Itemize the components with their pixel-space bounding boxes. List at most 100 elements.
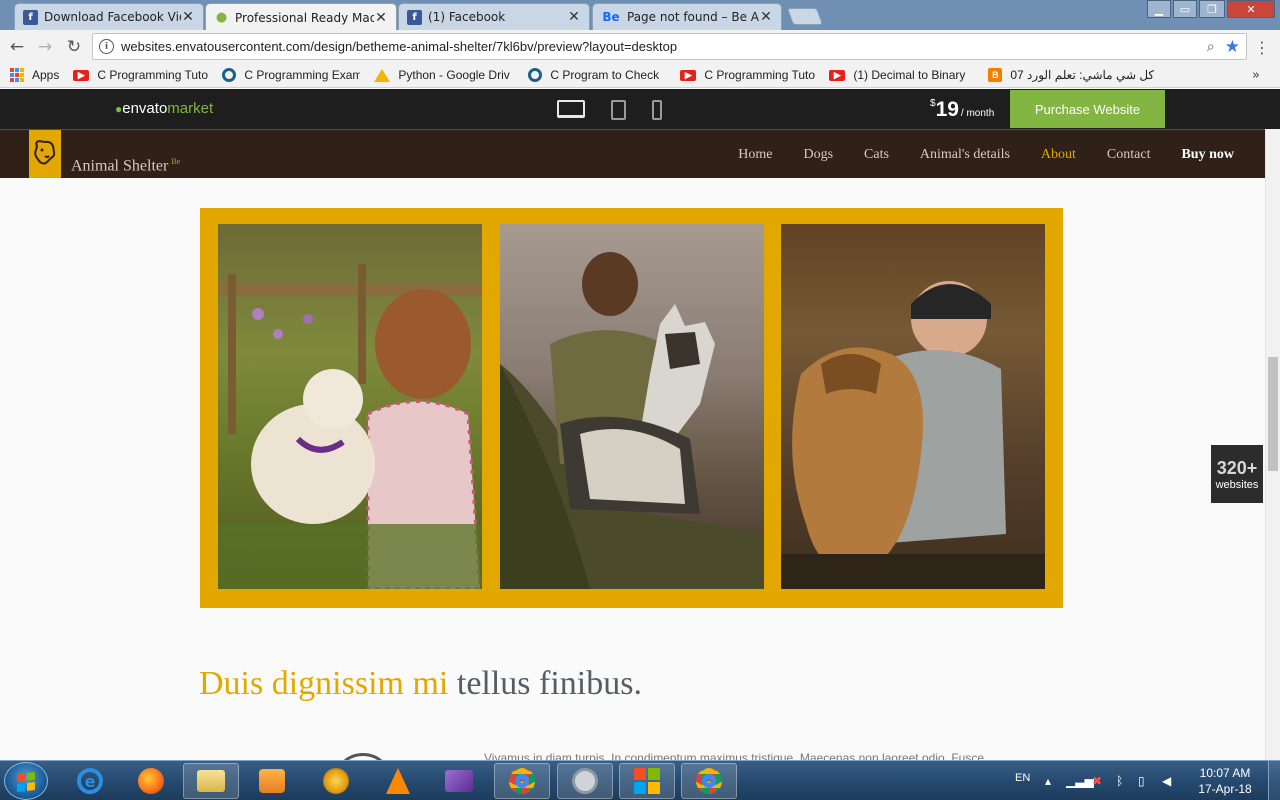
battery-icon[interactable]: ▯ <box>1138 774 1145 788</box>
zoom-icon[interactable]: ⌕ <box>1207 39 1215 55</box>
signal-icon[interactable]: ▁▃▅ <box>1066 774 1094 788</box>
tab-page-not-found[interactable]: Be Page not found – Be Ani ✕ <box>592 3 782 30</box>
aimp-icon[interactable] <box>308 763 364 799</box>
language-indicator[interactable]: EN <box>1015 772 1030 784</box>
page-scrollbar[interactable] <box>1265 129 1280 760</box>
main-nav: Home Dogs Cats Animal's details About Co… <box>707 147 1234 163</box>
firefox-icon[interactable] <box>123 763 179 799</box>
visual-studio-icon[interactable] <box>431 763 487 799</box>
nav-dogs[interactable]: Dogs <box>803 147 833 163</box>
info-icon[interactable]: i <box>99 39 114 54</box>
bookmark-item[interactable]: ▶ C Programming Tuto <box>73 68 208 82</box>
scrollbar-thumb[interactable] <box>1268 357 1278 471</box>
section-body-text: Vivamus in diam turpis. In condimentum m… <box>484 751 985 760</box>
show-hidden-icons-icon[interactable]: ▴ <box>1045 774 1051 788</box>
nav-contact[interactable]: Contact <box>1107 147 1151 163</box>
logo-text: envato <box>122 100 168 117</box>
tab-title: (1) Facebook <box>428 10 506 24</box>
chrome-icon[interactable] <box>681 763 737 799</box>
badge-label: websites <box>1215 478 1259 491</box>
envato-logo[interactable]: ●envatomarket <box>115 100 213 117</box>
forward-arrow-icon[interactable]: → <box>34 36 56 58</box>
tab-title: Download Facebook Vid <box>44 10 181 24</box>
site-name-text: Animal Shelter <box>71 157 169 175</box>
tab-download-facebook[interactable]: f Download Facebook Vid ✕ <box>14 3 204 30</box>
close-icon[interactable]: ✕ <box>181 9 195 25</box>
minimize-button[interactable]: ▁ <box>1147 0 1171 18</box>
settings-app-icon[interactable] <box>557 763 613 799</box>
office-icon[interactable] <box>619 763 675 799</box>
bookmark-star-icon[interactable]: ★ <box>1225 37 1240 57</box>
c-site-icon <box>222 68 237 82</box>
tab-facebook[interactable]: f (1) Facebook ✕ <box>398 3 590 30</box>
nav-cats[interactable]: Cats <box>864 147 889 163</box>
window-close-button[interactable]: ✕ <box>1227 0 1275 18</box>
back-arrow-icon[interactable]: ← <box>6 36 28 58</box>
vlc-icon[interactable] <box>370 763 426 799</box>
blogger-icon: B <box>988 68 1003 82</box>
internet-explorer-icon[interactable]: e <box>62 763 118 799</box>
youtube-icon: ▶ <box>829 69 846 81</box>
menu-kebab-icon[interactable]: ⋮ <box>1254 38 1270 57</box>
bookmark-item[interactable]: ▶ (1) Decimal to Binary <box>829 68 974 82</box>
desktop-view-icon[interactable] <box>557 100 585 118</box>
reload-icon[interactable]: ↻ <box>63 36 85 58</box>
websites-count-badge[interactable]: 320+ websites <box>1211 445 1263 503</box>
bluetooth-icon[interactable]: ᛒ <box>1116 774 1123 788</box>
bookmark-apps[interactable]: Apps <box>10 68 59 82</box>
close-icon[interactable]: ✕ <box>759 9 773 25</box>
photo-woman-with-husky <box>500 224 764 589</box>
headline-accent: Duis dignissim mi <box>199 665 449 702</box>
bookmark-item[interactable]: B كل شي ماشي: تعلم الورد 07 <box>988 68 1154 82</box>
windows-logo-icon <box>17 772 35 792</box>
start-button[interactable] <box>4 762 48 800</box>
google-drive-icon <box>374 68 391 82</box>
envato-leaf-icon: ● <box>215 10 228 25</box>
close-icon[interactable]: ✕ <box>374 10 388 26</box>
clock-time: 10:07 AM <box>1199 766 1251 780</box>
badge-count: 320+ <box>1216 457 1258 478</box>
maximize-button[interactable]: ❐ <box>1199 0 1225 18</box>
volume-icon[interactable]: ◀ <box>1162 774 1171 788</box>
headline-rest: tellus finibus. <box>448 665 642 702</box>
file-explorer-icon[interactable] <box>183 763 239 799</box>
bookmark-label: C Programming Tuto <box>97 68 209 82</box>
behance-icon: Be <box>602 10 620 24</box>
bookmark-item[interactable]: C Program to Check <box>528 68 666 82</box>
photo-boy-with-golden-dog <box>781 224 1045 589</box>
nav-animals-details[interactable]: Animal's details <box>920 147 1010 163</box>
system-clock[interactable]: 10:07 AM 17-Apr-18 <box>1190 765 1260 797</box>
decorative-ring-icon <box>333 753 393 760</box>
logo-market-text: market <box>167 100 214 117</box>
close-icon[interactable]: ✕ <box>567 9 581 25</box>
media-player-icon[interactable] <box>244 763 300 799</box>
bookmarks-bar: Apps ▶ C Programming Tuto C Programming … <box>0 63 1280 88</box>
bookmarks-overflow-button[interactable]: » <box>1252 68 1260 83</box>
nav-home[interactable]: Home <box>738 147 772 163</box>
address-bar[interactable]: i websites.envatousercontent.com/design/… <box>92 33 1247 60</box>
network-error-icon[interactable]: ✖ <box>1092 774 1102 788</box>
envato-preview-bar: ●envatomarket $19/ month Purchase Websit… <box>0 89 1280 129</box>
photo-gallery <box>200 208 1063 608</box>
tab-professional-ready-made[interactable]: ● Professional Ready Made ✕ <box>205 3 397 31</box>
tablet-view-icon[interactable] <box>611 100 626 120</box>
purchase-website-button[interactable]: Purchase Website <box>1010 90 1165 128</box>
phone-view-icon[interactable] <box>652 100 662 120</box>
bookmark-label: Python - Google Driv <box>398 68 510 82</box>
new-tab-button[interactable] <box>786 8 824 25</box>
nav-buy-now[interactable]: Buy now <box>1181 147 1234 163</box>
bookmark-label: C Programming Tuto <box>704 68 816 82</box>
bookmark-item[interactable]: ▶ C Programming Tuto <box>680 68 815 82</box>
bookmark-item[interactable]: C Programming Exam <box>222 68 360 82</box>
windows-taskbar: e EN ▴ ▁▃▅ ✖ ᛒ ▯ ◀ 10:07 AM 17-Apr-18 <box>0 760 1280 800</box>
show-desktop-button[interactable] <box>1268 761 1280 800</box>
restore-button[interactable]: ▭ <box>1173 0 1197 18</box>
bookmark-item[interactable]: Python - Google Driv <box>374 68 514 82</box>
bookmark-label: (1) Decimal to Binary <box>853 68 966 82</box>
url-text[interactable]: websites.envatousercontent.com/design/be… <box>121 39 1207 54</box>
nav-about[interactable]: About <box>1041 147 1076 163</box>
chrome-icon[interactable] <box>494 763 550 799</box>
tab-title: Page not found – Be Ani <box>627 10 759 24</box>
site-name[interactable]: Animal Shelter Be <box>71 157 180 175</box>
dog-logo-icon[interactable] <box>29 130 61 178</box>
